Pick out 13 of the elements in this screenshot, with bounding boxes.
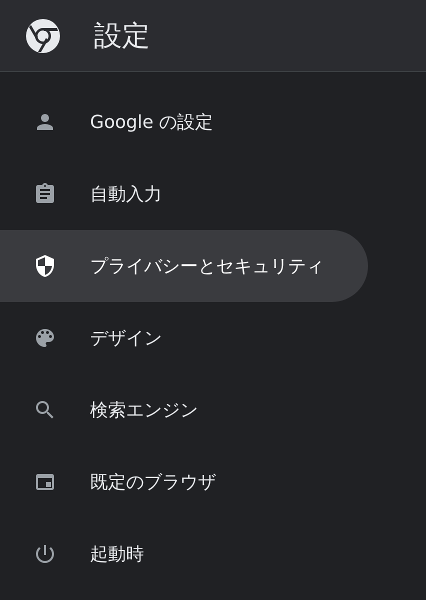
palette-icon [33, 326, 57, 350]
menu-item[interactable]: 起動時 [0, 518, 368, 590]
menu-item[interactable]: Google の設定 [0, 86, 368, 158]
menu-item[interactable]: 既定のブラウザ [0, 446, 368, 518]
power-icon [33, 542, 57, 566]
logo-icon [26, 18, 60, 52]
menu-item[interactable]: プライバシーとセキュリティ [0, 230, 368, 302]
menu-item[interactable]: 検索エンジン [0, 374, 368, 446]
clipboard-icon [33, 182, 57, 206]
menu-item[interactable]: デザイン [0, 302, 368, 374]
page-title: 設定 [94, 18, 150, 54]
menu-item[interactable]: 自動入力 [0, 158, 368, 230]
shield-icon [33, 254, 57, 278]
